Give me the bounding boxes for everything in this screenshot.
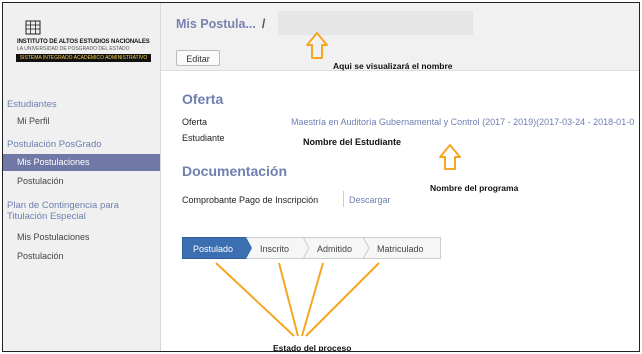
pointer-line	[305, 262, 380, 337]
sidebar-item-mi-perfil[interactable]: Mi Perfil	[3, 113, 160, 130]
state-annotation: Estado del proceso	[273, 343, 352, 352]
program-annotation: Nombre del programa	[430, 183, 519, 193]
documentacion-title: Documentación	[182, 163, 288, 179]
sidebar-heading-postulacion-posgrado[interactable]: Postulación PosGrado	[3, 139, 102, 150]
main-content: Mis Postula... / Editar Aqui se visualiza…	[161, 3, 639, 351]
descargar-link[interactable]: Descargar	[349, 195, 391, 205]
sidebar-heading-plan-contingencia[interactable]: Plan de Contingencia para Titulación Esp…	[7, 200, 157, 222]
divider	[343, 191, 344, 207]
edit-button[interactable]: Editar	[176, 50, 220, 66]
pointer-line	[215, 262, 295, 337]
step-inscrito: Inscrito	[246, 237, 303, 259]
building-logo-icon	[25, 20, 41, 35]
sidebar: INSTITUTO DE ALTOS ESTUDIOS NACIONALES L…	[3, 3, 161, 351]
oferta-value-link[interactable]: Maestría en Auditoría Gubernamental y Co…	[291, 117, 634, 127]
pointer-line	[278, 262, 299, 337]
system-name-bar: SISTEMA INTEGRADO ACADÉMICO ADMINISTRATI…	[16, 54, 151, 62]
record-name-placeholder	[278, 11, 473, 35]
step-matriculado: Matriculado	[363, 237, 441, 259]
sidebar-item-mis-postulaciones[interactable]: Mis Postulaciones	[3, 154, 160, 171]
name-annotation: Aqui se visualizará el nombre	[333, 61, 453, 71]
arrow-up-icon	[439, 144, 461, 170]
oferta-label: Oferta	[182, 117, 208, 127]
breadcrumb-separator: /	[261, 17, 266, 31]
step-postulado: Postulado	[182, 237, 246, 259]
student-annotation: Nombre del Estudiante	[303, 137, 402, 147]
breadcrumb-item[interactable]: Mis Postula...	[176, 17, 256, 31]
institution-name: INSTITUTO DE ALTOS ESTUDIOS NACIONALES	[17, 39, 150, 45]
oferta-title: Oferta	[182, 91, 224, 107]
pago-inscripcion-label: Comprobante Pago de Inscripción	[182, 195, 319, 205]
sidebar-item-postulacion[interactable]: Postulación	[3, 173, 160, 190]
sidebar-item-mis-postulaciones-plan[interactable]: Mis Postulaciones	[3, 229, 160, 246]
control-panel: Mis Postula... / Editar Aqui se visualiza…	[161, 3, 639, 71]
sidebar-item-postulacion-plan[interactable]: Postulación	[3, 248, 160, 265]
pointer-line	[301, 262, 324, 337]
estudiante-label: Estudiante	[182, 133, 225, 143]
sidebar-heading-estudiantes[interactable]: Estudiantes	[3, 99, 57, 110]
breadcrumb[interactable]: Mis Postula... /	[176, 17, 265, 31]
app-window: INSTITUTO DE ALTOS ESTUDIOS NACIONALES L…	[2, 2, 640, 352]
step-admitido: Admitido	[303, 237, 363, 259]
institution-subtitle: LA UNIVERSIDAD DE POSGRADO DEL ESTADO	[17, 46, 130, 52]
